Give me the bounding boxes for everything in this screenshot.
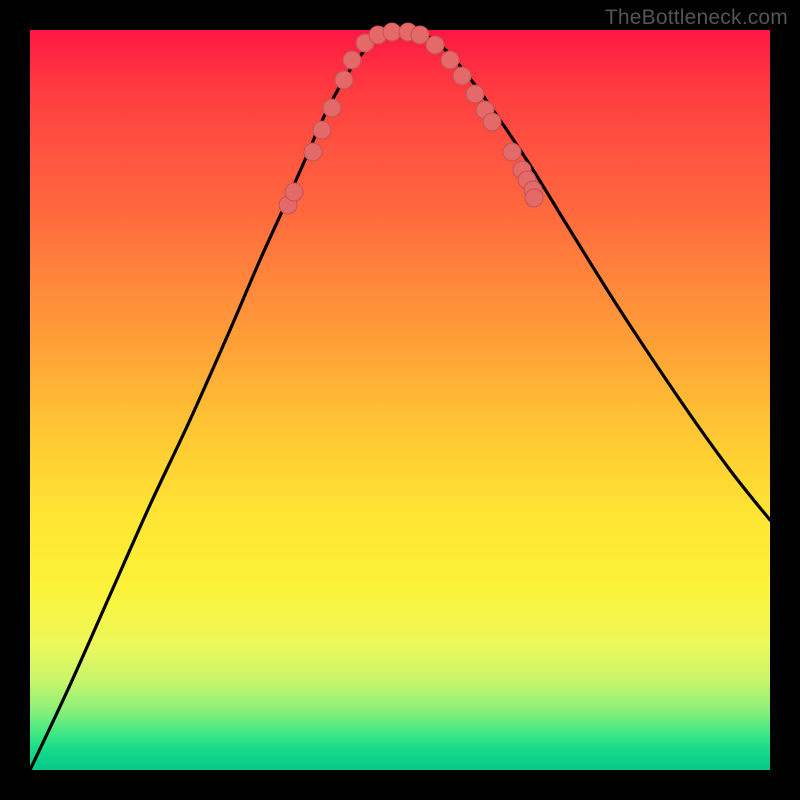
curve-markers (279, 23, 543, 214)
curve-marker (383, 23, 401, 41)
curve-marker (304, 143, 322, 161)
curve-marker (525, 189, 543, 207)
curve-marker (343, 51, 361, 69)
curve-marker (483, 113, 501, 131)
curve-marker (313, 121, 331, 139)
curve-marker (503, 143, 521, 161)
watermark-text: TheBottleneck.com (605, 6, 788, 30)
chart-frame: TheBottleneck.com (0, 0, 800, 800)
curve-marker (426, 36, 444, 54)
curve-layer (30, 30, 770, 770)
curve-marker (466, 85, 484, 103)
curve-marker (285, 183, 303, 201)
bottleneck-curve (30, 32, 770, 770)
curve-marker (323, 99, 341, 117)
curve-marker (441, 51, 459, 69)
plot-area (30, 30, 770, 770)
curve-marker (335, 71, 353, 89)
curve-marker (453, 67, 471, 85)
